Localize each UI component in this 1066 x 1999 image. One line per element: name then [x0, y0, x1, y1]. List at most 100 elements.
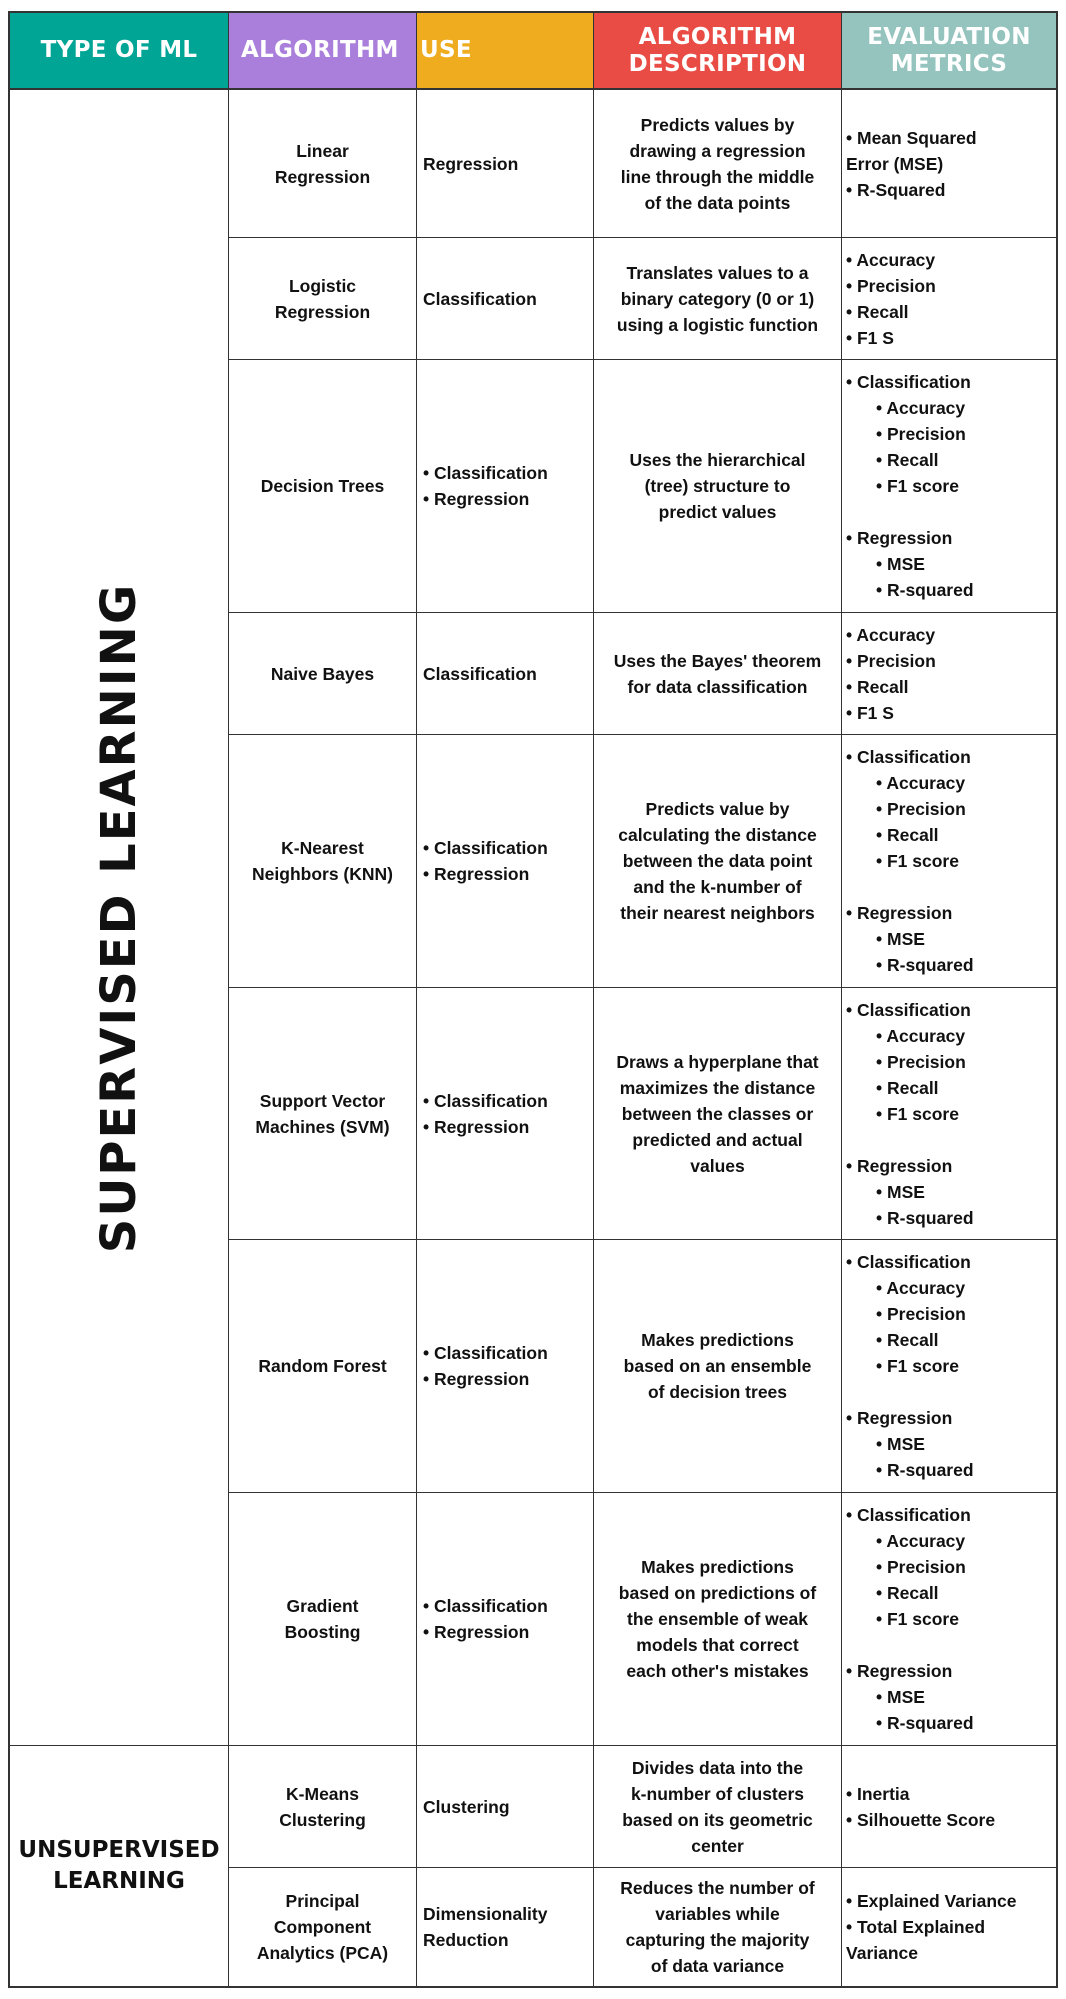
algorithm-text-line: Decision Trees: [260, 476, 385, 496]
description-text-line: Translates values to a: [626, 262, 809, 283]
metric-item: • R-Squared: [846, 179, 946, 200]
group-unsupervised: UNSUPERVISED LEARNING: [10, 1746, 229, 1986]
algorithm-text-line: Principal: [285, 1891, 360, 1911]
algorithm-cell: Random Forest: [229, 1240, 417, 1493]
description-text-line: line through the middle: [620, 166, 815, 187]
description-cell: Draws a hyperplane that maximizes the dis…: [594, 988, 842, 1240]
algorithm-text-line: Neighbors (KNN): [252, 864, 393, 884]
description-text-line: drawing a regression: [629, 140, 806, 161]
algorithm-text-line: Regression: [274, 301, 371, 322]
algorithm-cell: Support Vector Machines (SVM): [229, 988, 417, 1240]
metric-item: • F1 S: [846, 327, 894, 348]
metric-sub-item: • MSE: [876, 1687, 925, 1707]
metric-sub-item: • F1 score: [876, 1103, 959, 1124]
metric-sub-item: • MSE: [876, 1434, 925, 1454]
metric-sub-item: • Accuracy: [876, 1278, 966, 1298]
description-cell: Reduces the number of variables while capt…: [594, 1868, 842, 1986]
description-text-line: based on predictions of: [618, 1583, 817, 1603]
metric-sub-item: • Precision: [876, 1304, 966, 1324]
metric-item: • Classification: [846, 999, 971, 1020]
description-text-line: values: [690, 1155, 745, 1176]
header-metrics-line1: EVALUATION: [867, 23, 1031, 50]
metric-item: Variance: [846, 1943, 918, 1963]
metric-item: • Recall: [846, 301, 909, 322]
use-cell: • Classification • Regression: [417, 735, 594, 988]
description-text-line: Makes predictions: [641, 1330, 794, 1350]
use-cell: Dimensionality Reduction: [417, 1868, 594, 1986]
metric-item: • Accuracy: [846, 249, 936, 270]
description-text-line: of the data points: [644, 192, 791, 213]
algorithm-cell: K-Nearest Neighbors (KNN): [229, 735, 417, 988]
group-supervised: SUPERVISED LEARNING: [10, 90, 229, 1746]
metric-sub-item: • MSE: [876, 1181, 925, 1202]
algorithm-text-line: Support Vector: [259, 1090, 386, 1111]
algorithm-text-line: Clustering: [279, 1809, 366, 1830]
header-description-line1: ALGORITHM: [638, 23, 797, 50]
algorithm-cell: Logistic Regression: [229, 238, 417, 360]
metric-sub-item: • Recall: [876, 1077, 939, 1098]
metric-item: • F1 S: [846, 702, 894, 723]
metric-sub-item: • Recall: [876, 825, 939, 845]
algorithm-text-line: Linear: [296, 140, 349, 161]
metrics-cell: • Mean Squared Error (MSE) • R-Squared: [842, 90, 1056, 238]
use-cell: Classification: [417, 238, 594, 360]
metric-sub-item: • Precision: [876, 1051, 966, 1072]
metric-sub-item: • Precision: [876, 424, 966, 444]
metric-item: • Classification: [846, 1505, 971, 1525]
metric-item: • Accuracy: [846, 624, 936, 645]
description-text-line: using a logistic function: [616, 314, 819, 335]
algorithm-cell: Gradient Boosting: [229, 1493, 417, 1746]
metric-item: • Regression: [846, 528, 953, 548]
description-text-line: predict values: [658, 502, 777, 522]
use-cell: • Classification • Regression: [417, 988, 594, 1240]
algorithm-text-line: Machines (SVM): [255, 1116, 390, 1137]
description-text-line: Uses the Bayes' theorem: [613, 650, 822, 671]
metric-item: • Classification: [846, 747, 971, 767]
algorithm-cell: K-Means Clustering: [229, 1746, 417, 1868]
metric-sub-item: • R-squared: [876, 1460, 974, 1480]
metrics-cell: • Explained Variance • Total Explained Var…: [842, 1868, 1056, 1986]
description-text-line: between the data point: [622, 851, 813, 871]
metric-sub-item: • F1 score: [876, 1356, 959, 1376]
description-text-line: based on its geometric: [622, 1809, 813, 1830]
algorithm-cell: Decision Trees: [229, 360, 417, 613]
description-text-line: maximizes the distance: [619, 1077, 816, 1098]
metric-sub-item: • MSE: [876, 554, 925, 574]
header-type-of-ml-label: TYPE OF ML: [40, 37, 198, 63]
metric-sub-item: • Accuracy: [876, 398, 966, 418]
description-text-line: variables while: [655, 1904, 780, 1924]
description-text-line: k-number of clusters: [630, 1783, 805, 1804]
metric-sub-item: • Precision: [876, 1557, 966, 1577]
description-cell: Predicts value by calculating the distanc…: [594, 735, 842, 988]
metric-sub-item: • Accuracy: [876, 773, 966, 793]
algorithm-text-line: Regression: [274, 166, 371, 187]
group-supervised-label: SUPERVISED LEARNING: [91, 582, 148, 1254]
description-text-line: of decision trees: [647, 1382, 788, 1402]
description-text-line: binary category (0 or 1): [620, 288, 815, 309]
use-cell: • Classification • Regression: [417, 360, 594, 613]
metrics-cell: • Inertia • Silhouette Score: [842, 1746, 1056, 1868]
algorithm-text-line: K-Means: [286, 1783, 359, 1804]
algorithm-text-line: Component: [273, 1917, 372, 1937]
use-cell: Clustering: [417, 1746, 594, 1868]
header-algorithm: ALGORITHM: [229, 13, 417, 90]
ml-algorithms-table: TYPE OF ML ALGORITHM USE ALGORITHM DESCR…: [8, 11, 1058, 1988]
description-text-line: calculating the distance: [618, 825, 817, 845]
description-text-line: between the classes or: [621, 1103, 814, 1124]
description-text-line: and the k-number of: [633, 877, 802, 897]
metrics-cell: • Classification • Accuracy • Precision • R…: [842, 735, 1056, 988]
algorithm-text-line: Analytics (PCA): [256, 1943, 389, 1963]
metric-item: • Regression: [846, 1661, 953, 1681]
group-unsupervised-label: UNSUPERVISED LEARNING: [18, 1837, 220, 1894]
description-cell: Predicts values by drawing a regression li…: [594, 90, 842, 238]
algorithm-text-line: Gradient: [286, 1596, 359, 1616]
metric-item: • Recall: [846, 676, 909, 697]
description-text-line: capturing the majority: [625, 1930, 810, 1950]
metric-sub-item: • F1 score: [876, 1609, 959, 1629]
use-text-line: Classification: [423, 663, 537, 684]
header-metrics: EVALUATION METRICS: [842, 13, 1056, 90]
metric-item: • Silhouette Score: [846, 1809, 996, 1830]
description-text-line: center: [691, 1835, 744, 1856]
header-algorithm-label: ALGORITHM: [241, 37, 399, 63]
use-text-line: Classification: [423, 288, 537, 309]
